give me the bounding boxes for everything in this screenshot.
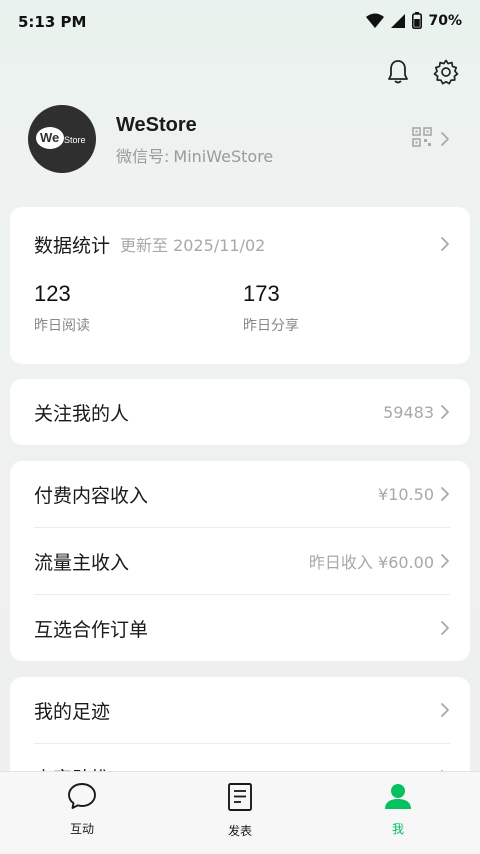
status-time: 5:13 PM <box>18 13 87 31</box>
chevron-right-icon <box>440 236 450 252</box>
followers-row[interactable]: 关注我的人 59483 <box>10 379 470 445</box>
tab-publish[interactable]: 发表 <box>190 782 290 839</box>
row-label: 流量主收入 <box>34 551 130 574</box>
person-icon <box>384 782 412 814</box>
chevron-right-icon <box>440 404 450 420</box>
tab-bar: 互动 发表 我 <box>0 771 480 854</box>
notifications-button[interactable] <box>384 60 412 88</box>
gear-icon <box>433 59 459 89</box>
row-value: ¥10.50 <box>378 484 434 504</box>
status-bar: 5:13 PM 70% <box>0 0 480 44</box>
stat-shares: 173 昨日分享 <box>243 281 299 335</box>
bell-icon <box>386 59 410 89</box>
battery-icon <box>412 12 423 29</box>
tab-label: 互动 <box>69 822 94 836</box>
wifi-icon <box>366 13 385 29</box>
followers-card: 关注我的人 59483 <box>10 379 470 445</box>
stat-reads: 123 昨日阅读 <box>34 281 90 335</box>
collab-orders-row[interactable]: 互选合作订单 <box>10 595 470 661</box>
row-label: 我的足迹 <box>34 700 111 723</box>
stats-card: 数据统计 更新至 2025/11/02 123 昨日阅读 173 昨日分享 <box>10 207 470 364</box>
tab-label: 发表 <box>227 824 252 838</box>
stat-value: 173 <box>243 281 280 306</box>
stat-label: 昨日分享 <box>243 318 299 334</box>
profile-name: WeStore <box>116 114 197 136</box>
row-label: 互选合作订单 <box>34 618 149 641</box>
traffic-income-row[interactable]: 流量主收入 昨日收入 ¥60.00 <box>10 528 470 594</box>
row-label: 付费内容收入 <box>34 484 149 507</box>
tab-me[interactable]: 我 <box>348 782 448 837</box>
chat-bubble-icon <box>67 782 97 814</box>
row-label: 关注我的人 <box>34 402 130 425</box>
status-icons: 70% <box>366 12 462 29</box>
stats-header[interactable]: 数据统计 更新至 2025/11/02 <box>10 207 470 281</box>
profile-wechat-id: 微信号: MiniWeStore <box>116 143 273 167</box>
income-card: 付费内容收入 ¥10.50 流量主收入 昨日收入 ¥60.00 互选合作订单 <box>10 461 470 661</box>
paid-content-income-row[interactable]: 付费内容收入 ¥10.50 <box>10 461 470 527</box>
stats-title: 数据统计 <box>34 234 111 257</box>
qr-code-button[interactable] <box>412 127 450 151</box>
signal-icon <box>390 13 406 29</box>
chevron-right-icon <box>440 131 450 147</box>
avatar-logo-we: We <box>40 130 60 145</box>
chevron-right-icon <box>440 620 450 636</box>
profile-id-label: 微信号: <box>116 147 170 166</box>
battery-level: 70% <box>428 12 462 29</box>
footprints-row[interactable]: 我的足迹 <box>10 677 470 743</box>
stats-updated: 更新至 2025/11/02 <box>120 236 266 255</box>
row-value: 昨日收入 ¥60.00 <box>308 553 434 572</box>
profile-id-value: MiniWeStore <box>173 147 274 166</box>
row-value: 59483 <box>383 402 434 422</box>
tab-label: 我 <box>391 822 404 836</box>
chevron-right-icon <box>440 486 450 502</box>
qr-code-icon <box>412 127 432 151</box>
document-icon <box>227 782 253 816</box>
chevron-right-icon <box>440 702 450 718</box>
stat-value: 123 <box>34 281 71 306</box>
stat-label: 昨日阅读 <box>34 318 90 334</box>
avatar[interactable]: We Store <box>28 105 96 173</box>
settings-button[interactable] <box>432 59 460 89</box>
tab-interaction[interactable]: 互动 <box>32 782 132 837</box>
chevron-right-icon <box>440 553 450 569</box>
avatar-logo-store: Store <box>64 135 86 145</box>
